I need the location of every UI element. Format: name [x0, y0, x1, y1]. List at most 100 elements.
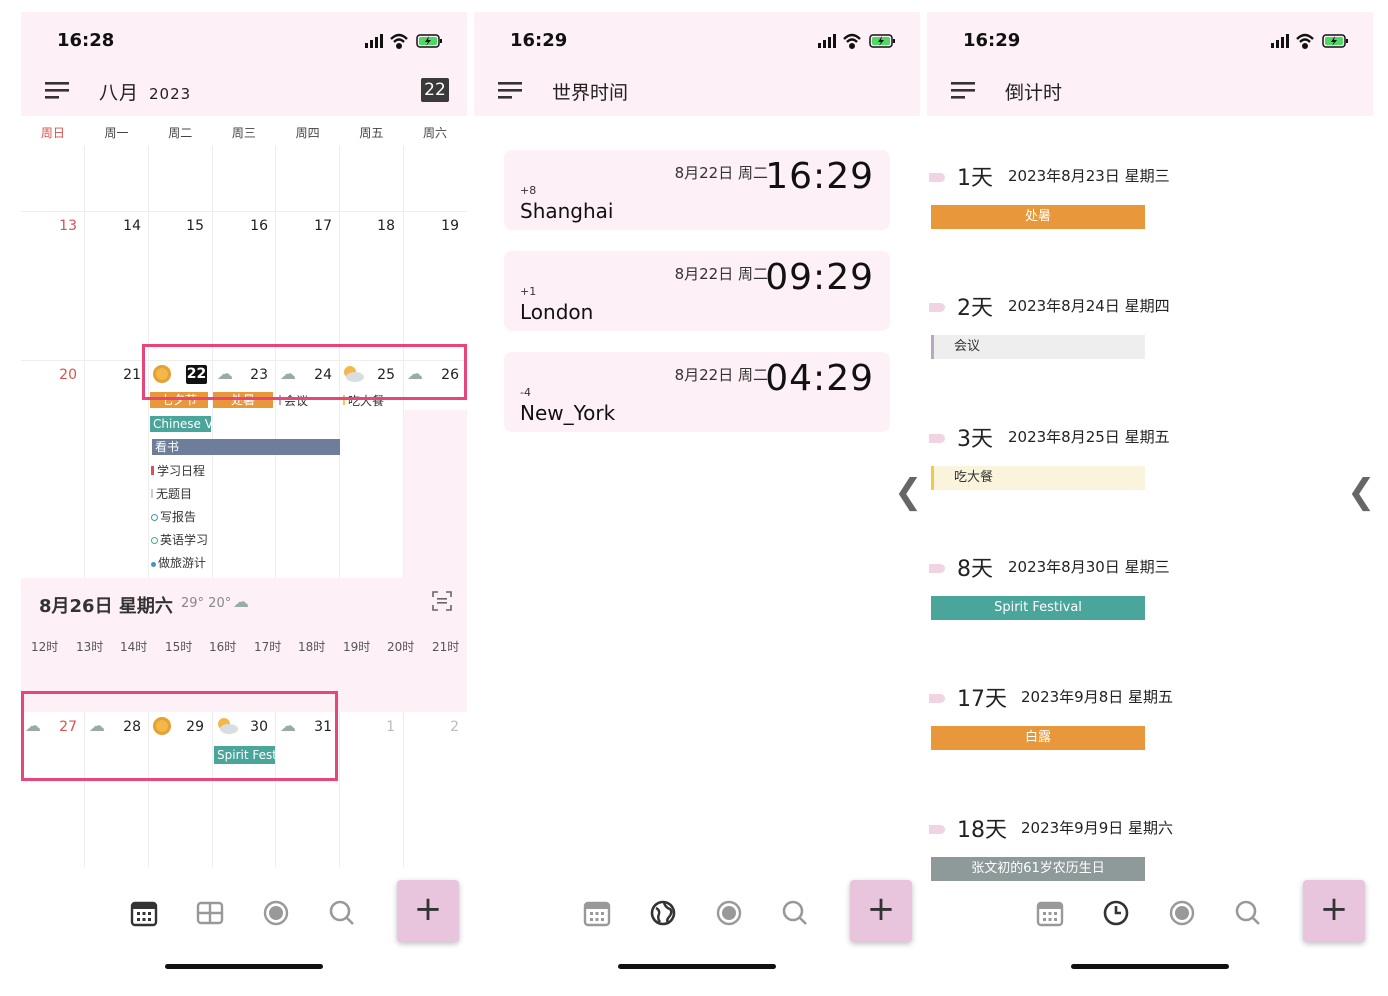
day-cell[interactable]: 20 — [37, 367, 77, 383]
calendar-icon[interactable] — [129, 898, 159, 928]
countdown-event: 会议 — [931, 335, 1145, 359]
event-travel[interactable]: 做旅游计 — [151, 554, 206, 571]
countdown-days: 8天 — [957, 557, 993, 582]
globe-icon[interactable] — [648, 898, 678, 928]
clock-city: New_York — [520, 401, 616, 425]
signal-icon — [365, 34, 383, 48]
clock-offset: -4 — [520, 386, 531, 399]
status-time: 16:29 — [510, 30, 568, 51]
clock-time: 04:29 — [765, 358, 874, 399]
clock-time: 16:29 — [765, 156, 874, 197]
record-icon[interactable] — [261, 898, 291, 928]
countdown-marker — [929, 303, 945, 312]
world-clock-card[interactable]: 8月22日 周二 09:29 +1 London — [504, 251, 890, 331]
event-chinese[interactable]: Chinese V — [150, 416, 211, 432]
day-cell[interactable]: 16 — [228, 218, 268, 234]
calendar-icon[interactable] — [582, 898, 612, 928]
calendar-screen: 16:28 八月2023 22 周日 周一 周二 周三 周四 周五 周六 13 — [21, 12, 467, 982]
expand-icon[interactable] — [431, 590, 453, 612]
countdown-item[interactable]: 3天 2023年8月25日 星期五 吃大餐 — [927, 418, 1373, 508]
record-icon[interactable] — [714, 898, 744, 928]
countdown-screen: 16:29 倒计时 1天 2023年8月23日 星期三 处暑 2天 2023年8… — [927, 12, 1373, 982]
weekday-label: 周六 — [423, 126, 448, 140]
day-cell[interactable]: 17 — [292, 218, 332, 234]
record-icon[interactable] — [1167, 898, 1197, 928]
countdown-marker — [929, 564, 945, 573]
countdown-date: 2023年9月8日 星期五 — [1021, 688, 1174, 706]
status-time: 16:29 — [963, 30, 1021, 51]
countdown-date: 2023年8月24日 星期四 — [1008, 297, 1170, 315]
day-cell[interactable]: 21 — [101, 367, 141, 383]
weekday-label: 周二 — [168, 126, 193, 140]
event-study-plan[interactable]: 学习日程 — [151, 462, 205, 479]
world-clock-card[interactable]: 8月22日 周二 04:29 -4 New_York — [504, 352, 890, 432]
day-cell[interactable]: 14 — [101, 218, 141, 234]
event-report[interactable]: 写报告 — [151, 508, 196, 525]
menu-icon[interactable] — [951, 80, 977, 100]
chevron-left-icon[interactable]: ❮ — [1347, 472, 1373, 512]
hour-label: 12时 — [31, 640, 59, 654]
home-indicator — [618, 964, 776, 969]
world-clock-card[interactable]: 8月22日 周二 16:29 +8 Shanghai — [504, 150, 890, 230]
hour-label: 16时 — [209, 640, 237, 654]
clock-date: 8月22日 周二 — [674, 265, 768, 283]
signal-icon — [818, 34, 836, 48]
event-english[interactable]: 英语学习 — [151, 531, 208, 548]
countdown-item[interactable]: 17天 2023年9月8日 星期五 白露 — [927, 678, 1373, 768]
status-icons — [818, 32, 898, 50]
calendar-icon[interactable] — [1035, 898, 1065, 928]
search-icon[interactable] — [327, 898, 357, 928]
home-indicator — [1071, 964, 1229, 969]
weekday-header: 周日 周一 周二 周三 周四 周五 周六 — [21, 116, 467, 146]
highlight-box — [142, 344, 467, 400]
status-icons — [365, 32, 445, 50]
wifi-icon — [390, 33, 408, 49]
add-button[interactable]: + — [397, 880, 459, 942]
event-untitled[interactable]: 无题目 — [151, 485, 192, 502]
weekday-label: 周五 — [359, 126, 384, 140]
day-cell[interactable]: 15 — [164, 218, 204, 234]
add-button[interactable]: + — [850, 880, 912, 942]
clock-icon[interactable] — [1101, 898, 1131, 928]
day-cell[interactable]: 19 — [419, 218, 459, 234]
wifi-icon — [1296, 33, 1314, 49]
add-button[interactable]: + — [1303, 880, 1365, 942]
countdown-event: 白露 — [931, 726, 1145, 750]
event-reading[interactable]: 看书 — [150, 439, 340, 455]
hour-label: 20时 — [387, 640, 415, 654]
countdown-item[interactable]: 2天 2023年8月24日 星期四 会议 — [927, 287, 1373, 377]
clock-time: 09:29 — [765, 257, 874, 298]
search-icon[interactable] — [1233, 898, 1263, 928]
page-title: 世界时间 — [552, 82, 629, 104]
world-time-screen: 16:29 世界时间 8月22日 周二 16:29 +8 Shanghai 8月… — [474, 12, 920, 982]
grid-view-icon[interactable] — [195, 898, 225, 928]
day-cell[interactable]: 13 — [37, 218, 77, 234]
countdown-marker — [929, 825, 945, 834]
clock-date: 8月22日 周二 — [674, 164, 768, 182]
status-icons — [1271, 32, 1351, 50]
chevron-left-icon[interactable]: ❮ — [894, 472, 920, 512]
countdown-days: 3天 — [957, 427, 993, 452]
home-indicator — [165, 964, 323, 969]
countdown-days: 17天 — [957, 687, 1007, 712]
day-cell[interactable]: 1 — [355, 719, 395, 735]
countdown-marker — [929, 434, 945, 443]
day-cell[interactable]: 18 — [355, 218, 395, 234]
bottom-tab-bar: + — [474, 880, 920, 982]
countdown-item[interactable]: 8天 2023年8月30日 星期三 Spirit Festival — [927, 548, 1373, 638]
app-header: 16:29 世界时间 — [474, 12, 920, 116]
battery-icon — [869, 34, 895, 48]
countdown-event: Spirit Festival — [931, 596, 1145, 620]
month-year-title[interactable]: 八月 2023 — [99, 78, 191, 105]
countdown-item[interactable]: 1天 2023年8月23日 星期三 处暑 — [927, 157, 1373, 247]
day-cell[interactable]: 2 — [419, 719, 459, 735]
bottom-tab-bar: + — [927, 880, 1373, 982]
rain-icon: ☁ — [233, 592, 249, 611]
countdown-event: 张文初的61岁农历生日 — [931, 857, 1145, 881]
menu-icon[interactable] — [498, 80, 524, 100]
menu-icon[interactable] — [45, 80, 71, 100]
search-icon[interactable] — [780, 898, 810, 928]
today-button[interactable]: 22 — [421, 78, 449, 102]
clock-city: Shanghai — [520, 199, 614, 223]
hour-label: 17时 — [254, 640, 282, 654]
